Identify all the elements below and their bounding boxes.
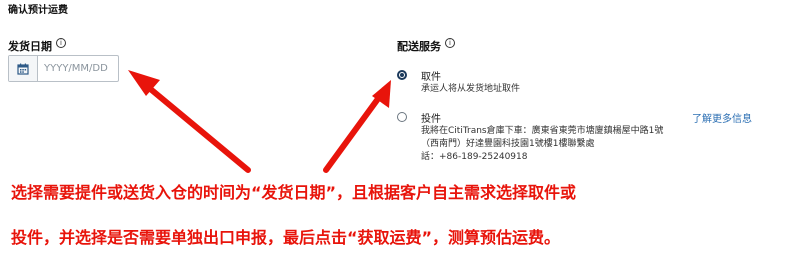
shipping-estimate-panel: 确认预计运费 发货日期 i YYYY/MM/DD 配送服务 i 取件 承运人将从… xyxy=(0,0,795,257)
dropoff-phone: 話：+86-189-25240918 xyxy=(421,152,528,162)
dropoff-address-line1: 我將在CitiTrans倉庫下車：廣東省東莞市塘廈鎮楊屋中路1號 xyxy=(421,126,664,136)
ship-date-label: 发货日期 xyxy=(8,40,52,53)
delivery-service-label-row: 配送服务 i xyxy=(397,38,455,54)
arrow-to-ship-date xyxy=(128,70,251,173)
pickup-radio[interactable] xyxy=(397,70,407,80)
pickup-option-title[interactable]: 取件 xyxy=(421,68,441,83)
arrow-to-delivery-service xyxy=(323,80,391,173)
ship-date-label-row: 发货日期 i xyxy=(8,38,66,54)
annotation-line-1: 选择需要提件或送货入仓的时间为“发货日期”，且根据客户自主需求选择取件或 xyxy=(11,183,577,202)
dropoff-radio[interactable] xyxy=(397,112,407,122)
section-title: 确认预计运费 xyxy=(8,5,68,16)
dropoff-address-line2: （西南門）好達豐園科技園1號樓1樓聯繫處 xyxy=(421,139,595,149)
ship-date-info-icon[interactable]: i xyxy=(56,38,66,48)
pickup-option-description: 承运人将从发货地址取件 xyxy=(421,84,521,94)
delivery-service-label: 配送服务 xyxy=(397,40,441,53)
dropoff-option-title[interactable]: 投件 xyxy=(421,110,441,125)
ship-date-input[interactable]: YYYY/MM/DD xyxy=(8,55,119,82)
annotation-line-2: 投件，并选择是否需要单独出口申报，最后点击“获取运费”，测算预估运费。 xyxy=(11,228,561,247)
learn-more-link[interactable]: 了解更多信息 xyxy=(692,110,752,125)
delivery-service-info-icon[interactable]: i xyxy=(445,38,455,48)
calendar-icon[interactable] xyxy=(9,56,38,81)
ship-date-placeholder: YYYY/MM/DD xyxy=(44,63,108,74)
